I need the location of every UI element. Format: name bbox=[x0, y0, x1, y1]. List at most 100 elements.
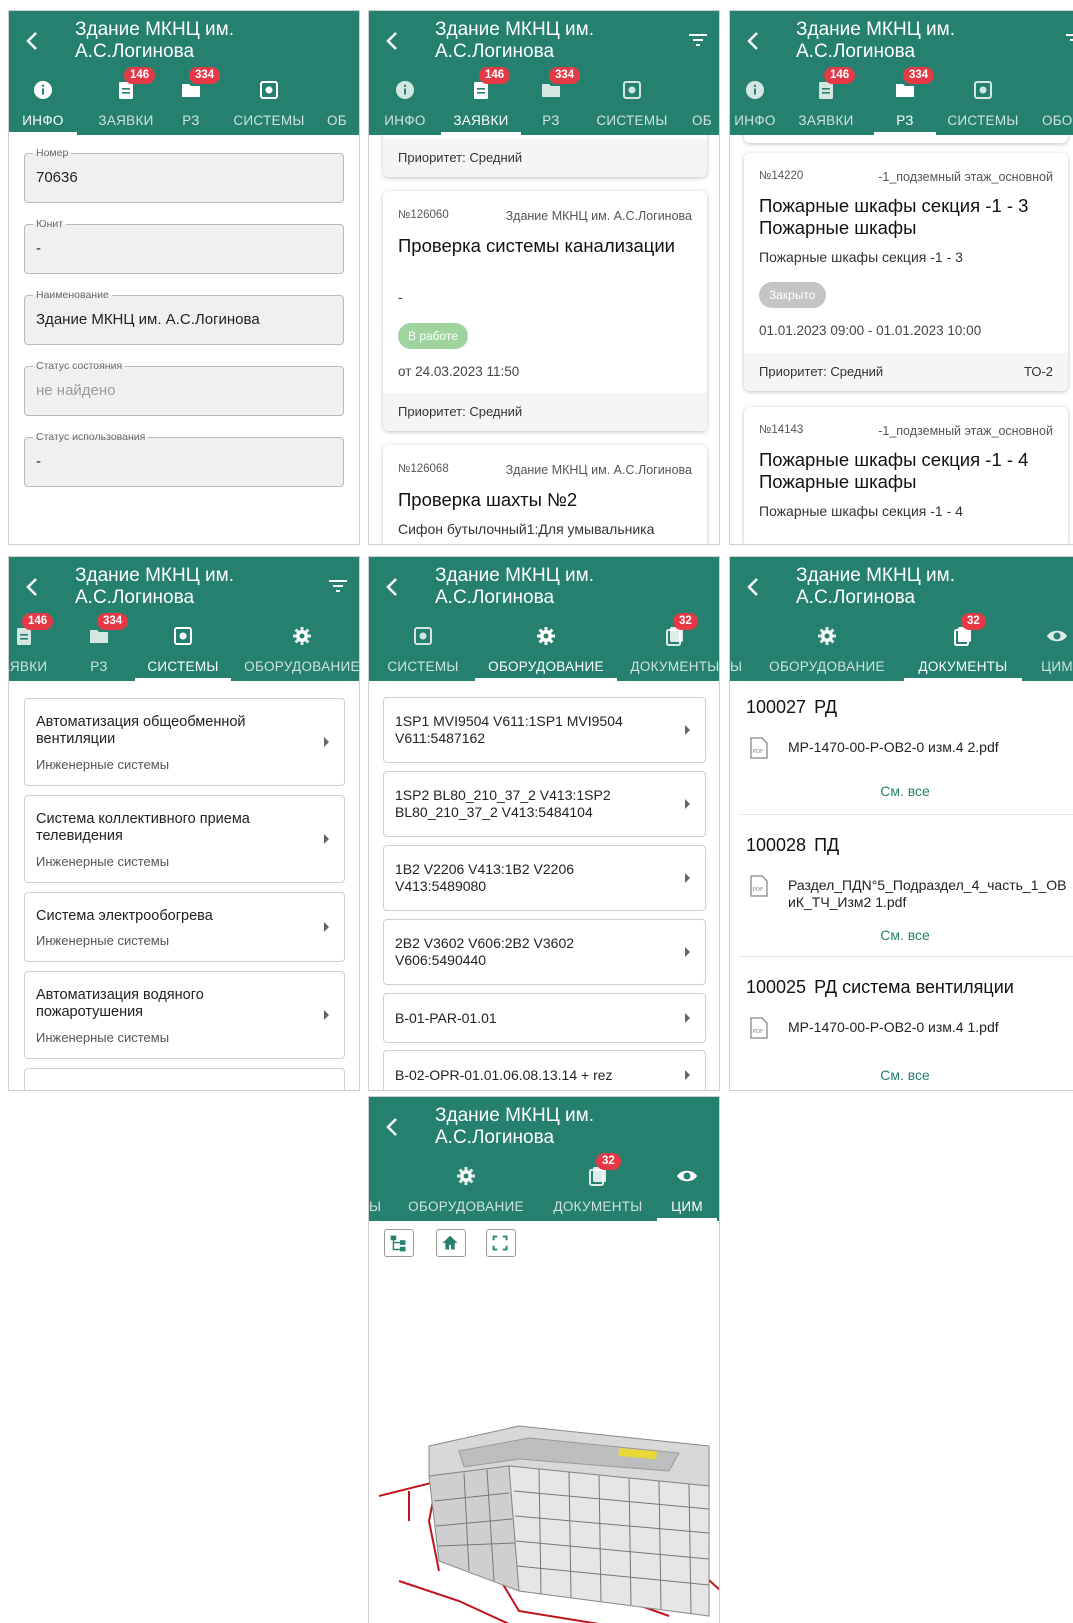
back-arrow-icon[interactable] bbox=[381, 575, 405, 599]
request-card[interactable]: №126060 Здание МКНЦ им. А.С.Логинова Про… bbox=[383, 191, 707, 431]
equipment-item[interactable]: B-01-PAR-01.01 bbox=[383, 993, 706, 1043]
gear-icon bbox=[293, 627, 311, 645]
requests-badge: 146 bbox=[824, 67, 856, 84]
tab-documents[interactable]: 32 ДОКУМЕНТЫ bbox=[543, 1153, 653, 1221]
tab-equipment[interactable]: ОБОРУДОВАНИЕ bbox=[239, 615, 359, 681]
tab-equipment-partial[interactable]: ОБ bbox=[327, 69, 357, 135]
chevron-right-icon bbox=[685, 1070, 690, 1080]
tab-requests[interactable]: 146 ЗАЯВКИ bbox=[786, 67, 866, 135]
request-card-partial[interactable]: Приоритет: Средний bbox=[383, 135, 707, 177]
filter-icon[interactable] bbox=[687, 31, 709, 49]
documents-badge: 32 bbox=[673, 613, 698, 630]
system-item[interactable]: Автоматизация общеобменной вентиляции Ин… bbox=[24, 698, 345, 786]
building-3d-model[interactable] bbox=[369, 1221, 719, 1623]
back-arrow-icon[interactable] bbox=[21, 29, 45, 53]
see-all-link[interactable]: См. все bbox=[730, 927, 1073, 943]
document-group-title: 100027 РД bbox=[746, 697, 838, 717]
info-icon bbox=[396, 81, 414, 99]
rz-list: №14220 -1_подземный этаж_основной Пожарн… bbox=[730, 135, 1073, 544]
back-arrow-icon[interactable] bbox=[381, 1115, 405, 1139]
tab-systems[interactable]: СИСТЕМЫ bbox=[135, 615, 231, 681]
document-group-title: 100025 РД система вентиляции bbox=[746, 977, 1014, 997]
tab-equipment-partial[interactable]: ОБ bbox=[692, 69, 719, 135]
request-title: Проверка системы канализации bbox=[398, 235, 676, 256]
page-title: Здание МКНЦ им. А.С.Логинова bbox=[796, 19, 955, 62]
equipment-item[interactable]: 1B2 V2206 V413:1B2 V2206 V413:5489080 bbox=[383, 845, 706, 911]
chevron-right-icon bbox=[324, 737, 329, 747]
tab-info[interactable]: ИНФО bbox=[369, 69, 441, 135]
tab-equipment[interactable]: ОБОРУДОВАНИЕ bbox=[399, 1155, 533, 1221]
pdf-icon: PDF bbox=[750, 737, 768, 759]
field-unit[interactable]: Юнит - bbox=[24, 218, 344, 274]
tab-rz[interactable]: 334 РЗ bbox=[874, 67, 936, 135]
equipment-item[interactable]: B-02-OPR-01.01.06.08.13.14 + rez bbox=[383, 1050, 706, 1090]
tab-equipment[interactable]: ОБОРУДОВАНИЕ bbox=[760, 615, 894, 681]
tab-rz[interactable]: 334 РЗ bbox=[521, 67, 581, 135]
see-all-link[interactable]: См. все bbox=[730, 1067, 1073, 1083]
screen-requests: Здание МКНЦ им. А.С.Логинова ИНФО 146 ЗА… bbox=[368, 10, 720, 545]
tab-systems[interactable]: СИСТЕМЫ bbox=[938, 69, 1028, 135]
system-item-partial[interactable] bbox=[24, 1068, 345, 1090]
field-condition-status[interactable]: Статус состояния не найдено bbox=[24, 360, 344, 416]
status-badge: Закрыто bbox=[759, 282, 826, 308]
tab-requests[interactable]: 146 ЗАЯВКИ bbox=[441, 67, 521, 135]
rz-card-partial[interactable] bbox=[744, 135, 1068, 143]
requests-badge: 146 bbox=[479, 67, 511, 84]
documents-badge: 32 bbox=[596, 1153, 621, 1170]
gear-icon bbox=[818, 627, 836, 645]
rz-badge: 334 bbox=[97, 613, 129, 630]
tab-systems[interactable]: СИСТЕМЫ bbox=[227, 69, 311, 135]
gear-icon bbox=[457, 1167, 475, 1185]
system-item[interactable]: Система коллективного приема телевидения… bbox=[24, 795, 345, 883]
rz-title: Пожарные шкафы секция -1 - 3 Пожарные шк… bbox=[759, 195, 1029, 238]
chevron-right-icon bbox=[685, 725, 690, 735]
tab-rz[interactable]: 334 РЗ bbox=[69, 613, 129, 681]
system-item[interactable]: Автоматизация водяного пожаротушения Инж… bbox=[24, 971, 345, 1059]
tab-info[interactable]: ИНФО bbox=[730, 69, 780, 135]
tab-systems-partial[interactable]: Ы bbox=[369, 1155, 389, 1221]
back-arrow-icon[interactable] bbox=[742, 575, 766, 599]
page-title: Здание МКНЦ им. А.С.Логинова bbox=[75, 19, 234, 62]
back-arrow-icon[interactable] bbox=[742, 29, 766, 53]
field-usage-status[interactable]: Статус использования - bbox=[24, 431, 344, 487]
screen-documents: Здание МКНЦ им. А.С.Логинова Ы ОБОРУДОВА… bbox=[729, 556, 1073, 1091]
tab-equipment-partial[interactable]: ОБО bbox=[1042, 69, 1073, 135]
app-bar: Здание МКНЦ им. А.С.Логинова ИНФО 146 ЗА… bbox=[9, 11, 359, 135]
field-number[interactable]: Номер 70636 bbox=[24, 147, 344, 203]
system-item[interactable]: Система электрообогрева Инженерные систе… bbox=[24, 892, 345, 962]
tab-requests[interactable]: 146 АЯВКИ bbox=[9, 613, 59, 681]
tab-cim[interactable]: ЦИМ bbox=[657, 1155, 717, 1221]
app-bar: Здание МКНЦ им. А.С.Логинова 146 АЯВКИ 3… bbox=[9, 557, 359, 681]
tab-info[interactable]: ИНФО bbox=[9, 69, 77, 135]
filter-icon[interactable] bbox=[1064, 31, 1073, 49]
equipment-item[interactable]: 1SP2 BL80_210_37_2 V413:1SP2 BL80_210_37… bbox=[383, 771, 706, 837]
app-bar: Здание МКНЦ им. А.С.Логинова ИНФО 146 ЗА… bbox=[369, 11, 719, 135]
equipment-item[interactable]: 2B2 V3602 V606:2B2 V3602 V606:5490440 bbox=[383, 919, 706, 985]
tab-systems[interactable]: СИСТЕМЫ bbox=[587, 69, 677, 135]
tab-cim[interactable]: ЦИМ bbox=[1030, 615, 1073, 681]
tab-documents[interactable]: 32 ДОКУМЕНТЫ bbox=[625, 613, 719, 681]
field-name[interactable]: Наименование Здание МКНЦ им. А.С.Логинова bbox=[24, 289, 344, 345]
tab-systems-partial[interactable]: Ы bbox=[730, 615, 750, 681]
app-bar: Здание МКНЦ им. А.С.Логинова СИСТЕМЫ ОБО… bbox=[369, 557, 719, 681]
info-content: Номер 70636 Юнит - Наименование Здание МКНЦ… bbox=[9, 135, 359, 544]
svg-text:PDF: PDF bbox=[753, 749, 764, 755]
rz-card[interactable]: №14143 -1_подземный этаж_основной Пожарн… bbox=[744, 407, 1068, 544]
filter-icon[interactable] bbox=[327, 577, 349, 595]
see-all-link[interactable]: См. все bbox=[730, 783, 1073, 799]
tab-requests[interactable]: 146 ЗАЯВКИ bbox=[81, 67, 171, 135]
tab-systems[interactable]: СИСТЕМЫ bbox=[383, 615, 463, 681]
rz-card[interactable]: №14220 -1_подземный этаж_основной Пожарн… bbox=[744, 153, 1068, 391]
equipment-item[interactable]: 1SP1 MVI9504 V611:1SP1 MVI9504 V611:5487… bbox=[383, 697, 706, 763]
page-title: Здание МКНЦ им. А.С.Логинова bbox=[435, 19, 594, 62]
back-arrow-icon[interactable] bbox=[381, 29, 405, 53]
tab-documents[interactable]: 32 ДОКУМЕНТЫ bbox=[904, 613, 1022, 681]
document-group-title: 100028 ПД bbox=[746, 835, 840, 855]
model-viewer[interactable] bbox=[369, 1221, 719, 1623]
tab-rz[interactable]: 334 РЗ bbox=[169, 67, 221, 135]
request-card[interactable]: №126068 Здание МКНЦ им. А.С.Логинова Про… bbox=[383, 445, 707, 544]
chevron-right-icon bbox=[324, 922, 329, 932]
tab-equipment[interactable]: ОБОРУДОВАНИЕ bbox=[475, 615, 617, 681]
back-arrow-icon[interactable] bbox=[21, 575, 45, 599]
chevron-right-icon bbox=[685, 947, 690, 957]
